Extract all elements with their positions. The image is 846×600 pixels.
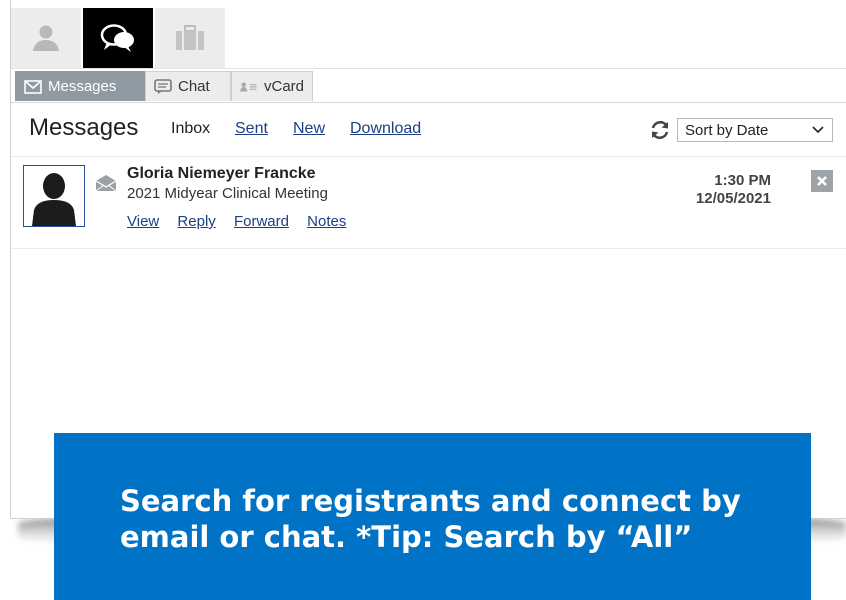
message-timestamp: 1:30 PM 12/05/2021	[696, 172, 771, 208]
tip-banner: Search for registrants and connect by em…	[54, 433, 811, 600]
briefcase-icon	[176, 25, 204, 50]
message-date: 12/05/2021	[695, 190, 771, 207]
tab-exhibitors[interactable]	[155, 8, 225, 68]
delete-button[interactable]	[811, 170, 833, 192]
download-link[interactable]: Download	[350, 120, 421, 138]
sort-select[interactable]: Sort by Date	[677, 118, 833, 142]
tab-attendees[interactable]	[11, 8, 81, 68]
notes-link[interactable]: Notes	[307, 213, 346, 230]
top-icon-bar	[11, 0, 846, 69]
subtab-messages-label: Messages	[48, 78, 117, 95]
view-link[interactable]: View	[127, 213, 159, 230]
tip-line-1: Search for registrants and connect by	[120, 484, 741, 518]
envelope-icon	[24, 79, 42, 94]
message-time: 1:30 PM	[714, 172, 771, 189]
sort-select-value: Sort by Date	[685, 121, 769, 139]
message-actions: View Reply Forward Notes	[127, 213, 360, 230]
new-link[interactable]: New	[293, 120, 325, 138]
avatar	[23, 165, 85, 227]
close-icon	[817, 176, 827, 186]
chevron-down-icon	[812, 126, 824, 134]
subtab-vcard[interactable]: vCard	[231, 71, 313, 101]
messages-header: Messages Inbox Sent New Download Sort by…	[11, 102, 846, 157]
forward-link[interactable]: Forward	[234, 213, 289, 230]
chat-icon	[154, 78, 172, 94]
tip-line-2: email or chat. *Tip: Search by “All”	[120, 520, 693, 554]
subtab-messages[interactable]: Messages	[15, 71, 145, 101]
inbox-link[interactable]: Inbox	[171, 120, 210, 138]
tab-messaging[interactable]	[83, 8, 153, 68]
person-icon	[33, 25, 59, 51]
sent-link[interactable]: Sent	[235, 120, 268, 138]
message-subject: 2021 Midyear Clinical Meeting	[127, 185, 328, 202]
subtab-vcard-label: vCard	[263, 78, 304, 95]
subtab-chat[interactable]: Chat	[145, 71, 231, 101]
open-envelope-icon	[95, 175, 117, 192]
sub-tab-bar: Messages Chat vCard	[11, 68, 846, 103]
refresh-icon[interactable]	[649, 119, 671, 141]
chat-bubbles-icon	[100, 24, 134, 52]
reply-link[interactable]: Reply	[177, 213, 215, 230]
person-silhouette-icon	[32, 173, 76, 226]
vcard-icon	[240, 82, 257, 91]
page-title: Messages	[29, 114, 139, 141]
message-row[interactable]: Gloria Niemeyer Francke 2021 Midyear Cli…	[11, 156, 846, 249]
message-sender[interactable]: Gloria Niemeyer Francke	[127, 165, 316, 183]
subtab-chat-label: Chat	[178, 78, 210, 95]
